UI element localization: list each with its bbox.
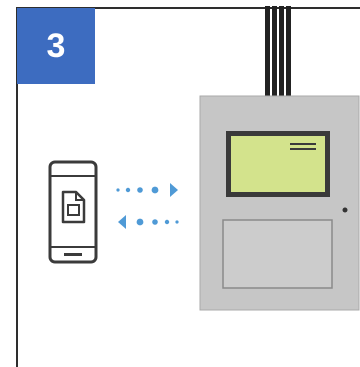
step-illustration: 3 xyxy=(0,0,360,367)
control-panel-icon xyxy=(199,95,360,311)
diagram-svg xyxy=(48,6,360,311)
cable-bundle xyxy=(265,6,291,96)
panel-indicator xyxy=(342,207,348,213)
document-icon xyxy=(61,190,86,224)
bidirectional-arrows-icon xyxy=(116,183,179,229)
panel-door xyxy=(222,219,333,289)
